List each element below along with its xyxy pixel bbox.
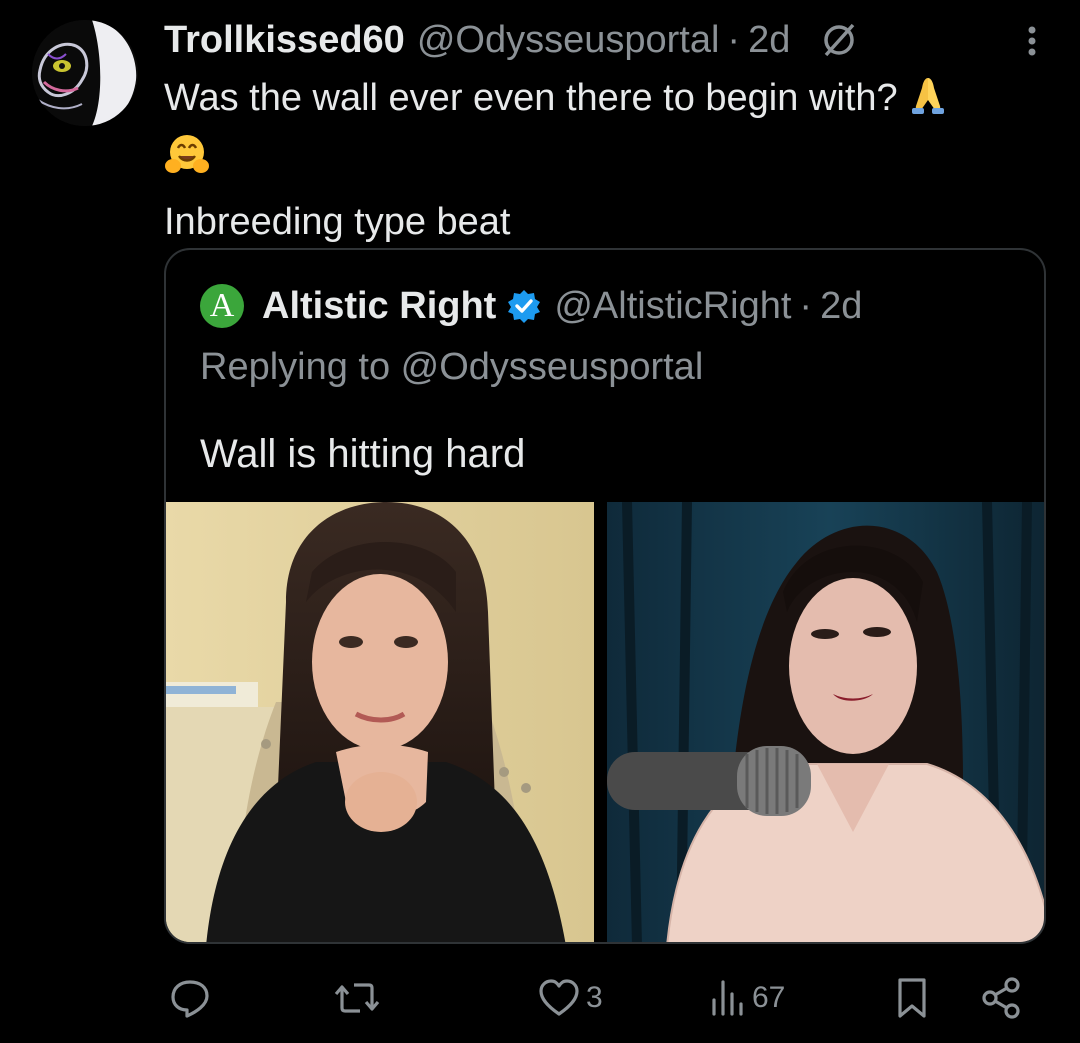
- tweet-text: Was the wall ever even there to begin wi…: [164, 70, 1044, 250]
- avatar[interactable]: [32, 20, 138, 126]
- quoted-handle[interactable]: @AltisticRight: [554, 285, 791, 328]
- quoted-media[interactable]: [166, 502, 1044, 942]
- like-button[interactable]: 3: [538, 966, 603, 1030]
- more-icon[interactable]: [1026, 22, 1038, 60]
- retweet-icon: [334, 983, 380, 1013]
- like-count: 3: [586, 981, 603, 1014]
- media-photo-left[interactable]: [166, 502, 603, 942]
- tweet-text-line2: [164, 132, 1044, 194]
- share-button[interactable]: [980, 966, 1024, 1030]
- pray-emoji: [908, 72, 948, 132]
- share-icon: [982, 977, 1020, 1019]
- grok-icon[interactable]: [820, 21, 858, 59]
- views-button[interactable]: 67: [710, 966, 785, 1030]
- quoted-avatar[interactable]: A: [200, 284, 244, 328]
- action-bar: 3 67: [160, 966, 1040, 1030]
- reply-icon: [171, 980, 209, 1018]
- timestamp[interactable]: 2d: [748, 19, 790, 62]
- quoted-display-name[interactable]: Altistic Right: [262, 285, 496, 328]
- bookmark-icon: [898, 978, 926, 1018]
- user-handle[interactable]: @Odysseusportal: [417, 19, 720, 62]
- verified-badge-icon: [508, 290, 541, 323]
- views-icon: [712, 980, 743, 1016]
- tweet-header: Trollkissed60 @Odysseusportal · 2d: [164, 18, 1044, 62]
- reply-button[interactable]: [168, 966, 218, 1030]
- media-photo-right[interactable]: [607, 502, 1044, 942]
- quoted-header: A Altistic Right @AltisticRight · 2d: [200, 284, 862, 328]
- tweet-text-line1: Was the wall ever even there to begin wi…: [164, 70, 1044, 132]
- hug-emoji: [164, 132, 210, 194]
- quoted-tweet[interactable]: A Altistic Right @AltisticRight · 2d Rep…: [164, 248, 1046, 944]
- views-count: 67: [752, 981, 786, 1014]
- heart-icon: [539, 979, 579, 1016]
- quoted-text: Wall is hitting hard: [200, 432, 526, 476]
- replying-to[interactable]: Replying to @Odysseusportal: [200, 346, 703, 389]
- separator-dot: ·: [727, 18, 741, 61]
- tweet-text-line3: Inbreeding type beat: [164, 201, 511, 243]
- display-name[interactable]: Trollkissed60: [164, 19, 405, 62]
- quoted-timestamp[interactable]: 2d: [820, 285, 862, 328]
- retweet-button[interactable]: [334, 966, 386, 1030]
- bookmark-button[interactable]: [894, 966, 930, 1030]
- quoted-separator: ·: [799, 284, 813, 327]
